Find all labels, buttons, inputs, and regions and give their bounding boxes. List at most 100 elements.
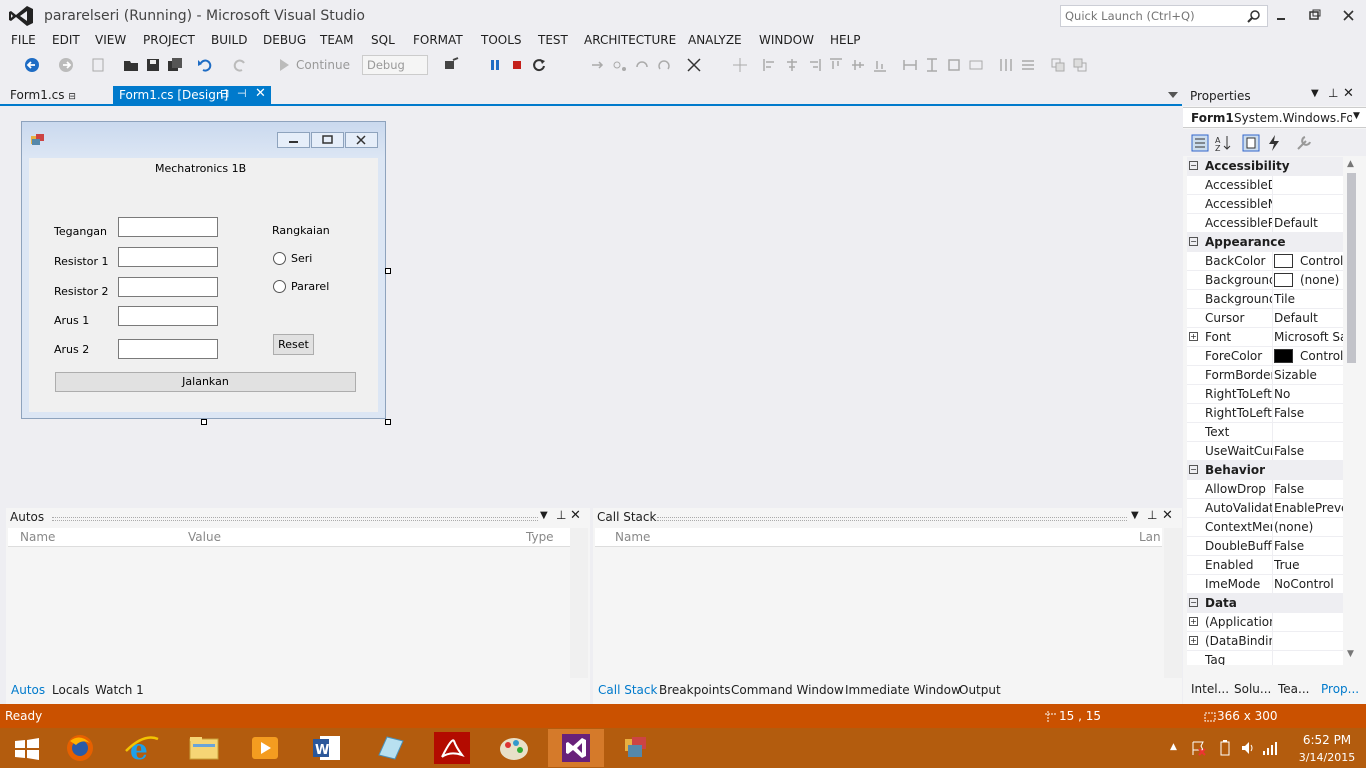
minimize-button[interactable] <box>1268 6 1294 26</box>
horizontal-spacing-icon[interactable] <box>998 57 1014 73</box>
property-row[interactable]: Cursor Default <box>1187 309 1343 328</box>
battery-icon[interactable] <box>1218 740 1232 756</box>
menu-architecture[interactable]: ARCHITECTURE <box>584 33 676 47</box>
scroll-down-icon[interactable]: ▼ <box>1347 649 1354 659</box>
property-row[interactable]: AccessibleD <box>1187 176 1343 195</box>
dropdown-icon[interactable]: ▼ <box>540 510 548 521</box>
column-name[interactable]: Name <box>20 530 55 544</box>
tab-properties[interactable]: Prop... <box>1321 682 1359 696</box>
word-icon[interactable]: W <box>300 729 356 767</box>
jalankan-button[interactable]: Jalankan <box>55 372 356 392</box>
tab-team-explorer[interactable]: Tea... <box>1278 682 1309 696</box>
quick-launch-box[interactable] <box>1060 5 1268 27</box>
pararel-radio[interactable] <box>273 280 286 293</box>
collapse-icon[interactable]: − <box>1189 598 1198 607</box>
bring-to-front-icon[interactable] <box>1050 57 1066 73</box>
property-row[interactable]: RightToLeft No <box>1187 385 1343 404</box>
pin-icon[interactable]: ⊟ <box>220 87 229 100</box>
form-minimize-button[interactable] <box>277 132 310 148</box>
expand-icon[interactable]: + <box>1189 636 1198 645</box>
menu-project[interactable]: PROJECT <box>143 33 195 47</box>
arus1-input[interactable] <box>118 306 218 326</box>
pin-icon[interactable]: ⊥ <box>1328 86 1338 100</box>
make-same-height-icon[interactable] <box>924 57 940 73</box>
menu-analyze[interactable]: ANALYZE <box>688 33 742 47</box>
internet-explorer-icon[interactable]: e <box>114 729 170 767</box>
tab-watch1[interactable]: Watch 1 <box>95 683 144 697</box>
align-bottoms-icon[interactable] <box>872 57 888 73</box>
paint-icon[interactable] <box>486 729 542 767</box>
redo-icon[interactable] <box>232 57 248 73</box>
property-row[interactable]: + (DataBinding <box>1187 632 1343 651</box>
close-panel-icon[interactable]: ✕ <box>570 508 581 523</box>
property-category[interactable]: − Behavior <box>1187 461 1343 480</box>
menu-format[interactable]: FORMAT <box>413 33 463 47</box>
property-value[interactable]: True <box>1274 558 1343 572</box>
new-project-icon[interactable] <box>90 57 106 73</box>
tab-locals[interactable]: Locals <box>52 683 89 697</box>
property-row[interactable]: BackColor Control <box>1187 252 1343 271</box>
property-row[interactable]: FormBorder Sizable <box>1187 366 1343 385</box>
align-centers-icon[interactable] <box>784 57 800 73</box>
continue-label[interactable]: Continue <box>296 58 350 72</box>
menu-tools[interactable]: TOOLS <box>481 33 522 47</box>
property-value[interactable]: NoControl <box>1274 577 1343 591</box>
object-selector[interactable]: Form1 System.Windows.For ▼ <box>1183 107 1366 128</box>
resize-handle-right[interactable] <box>385 268 391 274</box>
column-lang[interactable]: Lang <box>1139 530 1161 544</box>
column-name[interactable]: Name <box>615 530 650 544</box>
show-next-statement-icon[interactable] <box>590 57 606 73</box>
tab-call-stack[interactable]: Call Stack <box>598 683 657 697</box>
tab-form1-cs[interactable]: Form1.cs ⊟ <box>10 88 76 102</box>
form-close-button[interactable] <box>345 132 378 148</box>
property-value[interactable]: False <box>1274 539 1343 553</box>
align-lefts-icon[interactable] <box>762 57 778 73</box>
tab-immediate-window[interactable]: Immediate Window <box>845 683 961 697</box>
close-tab-icon[interactable]: ✕ <box>255 86 266 101</box>
open-file-icon[interactable] <box>123 57 139 73</box>
resistor1-input[interactable] <box>118 247 218 267</box>
dock-icon[interactable]: ⊣ <box>237 87 247 100</box>
menu-test[interactable]: TEST <box>538 33 568 47</box>
property-value[interactable]: Microsoft Sa <box>1274 330 1343 344</box>
property-value[interactable]: False <box>1274 444 1343 458</box>
menu-edit[interactable]: EDIT <box>52 33 80 47</box>
property-value[interactable]: EnablePrever <box>1274 501 1343 515</box>
restart-icon[interactable] <box>531 57 547 73</box>
align-rights-icon[interactable] <box>806 57 822 73</box>
clock-date[interactable]: 3/14/2015 <box>1296 751 1358 764</box>
reset-button[interactable]: Reset <box>273 334 314 355</box>
menu-debug[interactable]: DEBUG <box>263 33 306 47</box>
visual-studio-taskbar-icon[interactable] <box>548 729 604 767</box>
property-category[interactable]: − Accessibility <box>1187 157 1343 176</box>
properties-view-icon[interactable] <box>1242 134 1260 152</box>
tab-solution-explorer[interactable]: Solu... <box>1234 682 1271 696</box>
running-form-icon[interactable] <box>610 729 666 767</box>
dropdown-icon[interactable]: ▼ <box>1131 510 1139 521</box>
resize-handle-bottom[interactable] <box>201 419 207 425</box>
property-value[interactable]: Tile <box>1274 292 1343 306</box>
property-row[interactable]: + (Application <box>1187 613 1343 632</box>
pin-icon[interactable]: ⊥ <box>1147 508 1157 522</box>
hex-display-icon[interactable] <box>686 57 702 73</box>
property-row[interactable]: Background (none) <box>1187 271 1343 290</box>
scroll-up-icon[interactable]: ▲ <box>1347 159 1354 169</box>
notepad-icon[interactable] <box>362 729 418 767</box>
property-value[interactable]: No <box>1274 387 1343 401</box>
scroll-thumb[interactable] <box>1347 173 1356 363</box>
property-row[interactable]: ImeMode NoControl <box>1187 575 1343 594</box>
pin-icon[interactable]: ⊟ <box>68 92 76 102</box>
back-icon[interactable] <box>24 57 40 73</box>
send-to-back-icon[interactable] <box>1072 57 1088 73</box>
column-type[interactable]: Type <box>526 530 554 544</box>
menu-sql[interactable]: SQL <box>371 33 395 47</box>
menu-file[interactable]: FILE <box>11 33 36 47</box>
media-player-icon[interactable] <box>238 729 294 767</box>
align-grid-icon[interactable] <box>732 57 748 73</box>
dropdown-icon[interactable]: ▼ <box>1311 88 1319 99</box>
tab-dropdown-icon[interactable] <box>1168 92 1178 98</box>
property-value[interactable]: False <box>1274 482 1343 496</box>
property-row[interactable]: Text <box>1187 423 1343 442</box>
property-value[interactable]: Default <box>1274 311 1343 325</box>
menu-team[interactable]: TEAM <box>320 33 353 47</box>
